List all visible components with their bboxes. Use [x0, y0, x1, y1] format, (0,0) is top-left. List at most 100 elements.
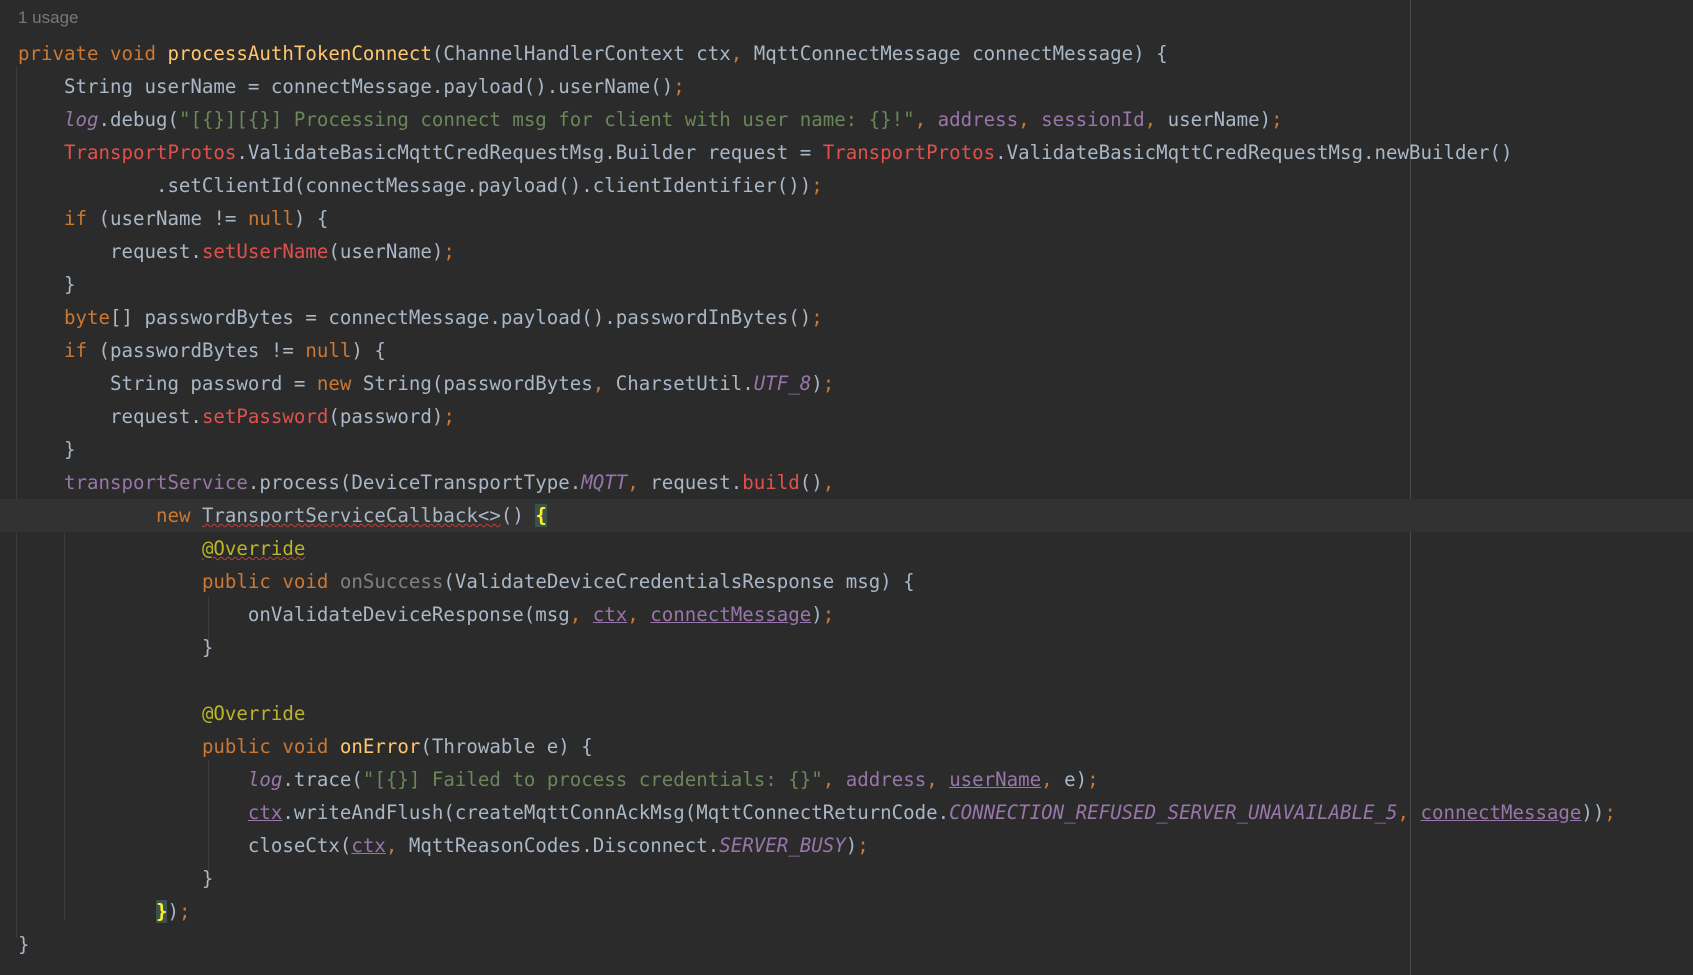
code-line[interactable]: } [0, 928, 1693, 961]
code-token: ) [167, 900, 179, 923]
code-line[interactable]: public void onError(Throwable e) { [0, 730, 1693, 763]
code-token: ) { [293, 207, 329, 230]
code-editor[interactable]: 1 usage private void processAuthTokenCon… [0, 0, 1693, 975]
code-token: , [822, 471, 835, 494]
code-token: .ValidateBasicMqttCredRequestMsg.Builder… [236, 141, 823, 164]
code-token: sessionId [1041, 108, 1145, 131]
code-line[interactable]: request.setUserName(userName); [0, 235, 1693, 268]
code-token: setUserName [201, 240, 329, 263]
code-token: @Override [201, 537, 306, 560]
code-line[interactable]: } [0, 862, 1693, 895]
code-token: TransportProtos [63, 141, 237, 164]
code-token: } [18, 636, 214, 659]
code-token: ; [1271, 108, 1283, 131]
code-token: } [155, 900, 168, 923]
code-line[interactable] [0, 664, 1693, 697]
code-token: CharsetUtil. [615, 372, 754, 395]
code-area[interactable]: private void processAuthTokenConnect(Cha… [0, 37, 1693, 961]
code-token: request. [18, 405, 202, 428]
code-line[interactable]: public void onSuccess(ValidateDeviceCred… [0, 565, 1693, 598]
code-token: "[{}] Failed to process credentials: {}" [362, 768, 823, 791]
code-line[interactable]: log.debug("[{}][{}] Processing connect m… [0, 103, 1693, 136]
code-token: .process(DeviceTransportType. [247, 471, 582, 494]
code-line[interactable]: onValidateDeviceResponse(msg, ctx, conne… [0, 598, 1693, 631]
code-line[interactable]: @Override [0, 697, 1693, 730]
code-token: processAuthTokenConnect [167, 42, 432, 65]
code-line[interactable]: byte[] passwordBytes = connectMessage.pa… [0, 301, 1693, 334]
code-line[interactable]: private void processAuthTokenConnect(Cha… [0, 37, 1693, 70]
code-token: , [627, 471, 651, 494]
code-line[interactable]: TransportProtos.ValidateBasicMqttCredReq… [0, 136, 1693, 169]
code-token: ctx [351, 834, 386, 857]
code-token: , [1041, 768, 1065, 791]
code-token: ) [811, 603, 823, 626]
code-token: , [926, 768, 950, 791]
code-line[interactable]: } [0, 631, 1693, 664]
code-token: build [742, 471, 800, 494]
code-token: MQTT [581, 471, 628, 494]
code-token: connectMessage [650, 603, 812, 626]
code-token: , [569, 603, 593, 626]
code-token: setPassword [201, 405, 329, 428]
code-token: ; [811, 174, 823, 197]
code-token: null [247, 207, 294, 230]
code-token: String userName = connectMessage.payload… [18, 75, 674, 98]
code-token: MqttReasonCodes.Disconnect. [408, 834, 720, 857]
code-line[interactable]: request.setPassword(password); [0, 400, 1693, 433]
code-token: .setClientId(connectMessage.payload().cl… [18, 174, 812, 197]
code-token: log [63, 108, 99, 131]
code-token: ) [845, 834, 858, 857]
code-token: , [627, 603, 651, 626]
code-token: MqttConnectMessage connectMessage) { [753, 42, 1168, 65]
code-token: (ChannelHandlerContext ctx [431, 42, 731, 65]
code-line[interactable]: } [0, 433, 1693, 466]
code-token: onError [339, 735, 421, 758]
code-token: if [63, 339, 99, 362]
code-token: .trace( [282, 768, 363, 791]
code-token: , [1397, 801, 1421, 824]
code-token: ; [443, 405, 455, 428]
code-token: address [937, 108, 1019, 131]
code-line[interactable]: String userName = connectMessage.payload… [0, 70, 1693, 103]
code-token: (Throwable e) { [420, 735, 593, 758]
code-token: [] passwordBytes = connectMessage.payloa… [109, 306, 812, 329]
code-line[interactable]: }); [0, 895, 1693, 928]
code-token: ctx [592, 603, 628, 626]
code-line[interactable]: log.trace("[{}] Failed to process creden… [0, 763, 1693, 796]
code-token: userName [949, 768, 1042, 791]
code-token: (password) [328, 405, 444, 428]
code-token: CONNECTION_REFUSED_SERVER_UNAVAILABLE_5 [949, 801, 1398, 824]
code-line[interactable]: ctx.writeAndFlush(createMqttConnAckMsg(M… [0, 796, 1693, 829]
code-token: String password = [18, 372, 317, 395]
code-token: ; [822, 372, 835, 395]
code-token: .debug( [98, 108, 179, 131]
code-token: public void [201, 570, 340, 593]
code-token: .writeAndFlush(createMqttConnAckMsg(Mqtt… [282, 801, 950, 824]
code-line[interactable]: transportService.process(DeviceTransport… [0, 466, 1693, 499]
code-token: ; [443, 240, 455, 263]
code-token: , [592, 372, 616, 395]
code-line[interactable]: new TransportServiceCallback<>() { [0, 499, 1693, 532]
code-line[interactable]: if (passwordBytes != null) { [0, 334, 1693, 367]
code-token: ; [822, 603, 835, 626]
usage-count-hint[interactable]: 1 usage [18, 8, 79, 28]
code-token: } [18, 867, 214, 890]
code-line[interactable]: if (userName != null) { [0, 202, 1693, 235]
code-line[interactable]: } [0, 268, 1693, 301]
code-line[interactable]: @Override [0, 532, 1693, 565]
code-line[interactable]: String password = new String(passwordByt… [0, 367, 1693, 400]
code-line[interactable]: closeCtx(ctx, MqttReasonCodes.Disconnect… [0, 829, 1693, 862]
code-line[interactable]: .setClientId(connectMessage.payload().cl… [0, 169, 1693, 202]
code-token: { [535, 504, 547, 527]
code-token: , [730, 42, 754, 65]
code-token: onValidateDeviceResponse(msg [18, 603, 570, 626]
code-token: , [385, 834, 409, 857]
